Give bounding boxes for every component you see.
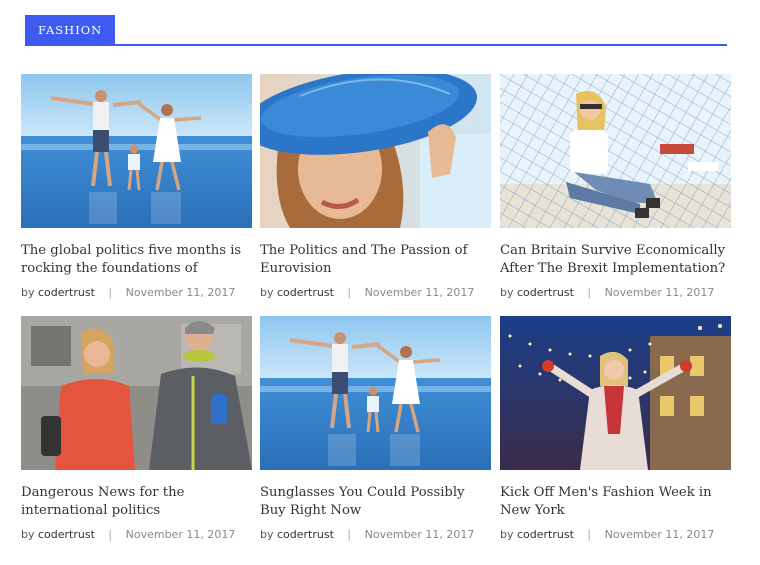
article-title[interactable]: The Politics and The Passion of Eurovisi… [260,242,491,280]
woman-beach-net-photo [500,74,731,228]
meta-separator: | [347,286,352,299]
article-image-link[interactable] [260,74,491,228]
article-card: Can Britain Survive Economically After T… [500,74,731,299]
article-meta: by codertrust | November 11, 2017 [260,286,491,299]
woman-blue-hat-photo [260,74,491,228]
article-card: Kick Off Men's Fashion Week in New York … [500,316,731,541]
author-link[interactable]: codertrust [517,286,574,299]
post-date[interactable]: November 11, 2017 [126,528,236,541]
author-link[interactable]: codertrust [38,528,95,541]
section-divider [25,44,727,46]
post-date[interactable]: November 11, 2017 [365,286,475,299]
article-image-link[interactable] [500,74,731,228]
woman-winter-lights-photo [500,316,731,470]
section-tab-fashion[interactable]: FASHION [25,15,116,45]
byline-label: by [260,528,274,541]
family-beach-photo [21,74,252,228]
byline-label: by [500,286,514,299]
article-title[interactable]: Kick Off Men's Fashion Week in New York [500,484,731,522]
article-image-link[interactable] [500,316,731,470]
article-title[interactable]: Can Britain Survive Economically After T… [500,242,731,280]
article-meta: by codertrust | November 11, 2017 [500,528,731,541]
meta-separator: | [587,286,592,299]
article-card: The Politics and The Passion of Eurovisi… [260,74,491,299]
article-image-link[interactable] [21,316,252,470]
post-date[interactable]: November 11, 2017 [605,286,715,299]
article-title[interactable]: The global politics five months is rocki… [21,242,252,280]
byline-label: by [260,286,274,299]
meta-separator: | [587,528,592,541]
meta-separator: | [347,528,352,541]
article-card: Dangerous News for the international pol… [21,316,252,541]
meta-separator: | [108,528,113,541]
article-meta: by codertrust | November 11, 2017 [500,286,731,299]
article-title[interactable]: Sunglasses You Could Possibly Buy Right … [260,484,491,522]
article-title[interactable]: Dangerous News for the international pol… [21,484,252,522]
byline-label: by [500,528,514,541]
post-date[interactable]: November 11, 2017 [365,528,475,541]
article-meta: by codertrust | November 11, 2017 [21,286,252,299]
article-image-link[interactable] [260,316,491,470]
author-link[interactable]: codertrust [277,528,334,541]
author-link[interactable]: codertrust [277,286,334,299]
family-beach-photo [260,316,491,470]
post-date[interactable]: November 11, 2017 [605,528,715,541]
post-date[interactable]: November 11, 2017 [126,286,236,299]
author-link[interactable]: codertrust [517,528,574,541]
meta-separator: | [108,286,113,299]
article-card: Sunglasses You Could Possibly Buy Right … [260,316,491,541]
article-card: The global politics five months is rocki… [21,74,252,299]
byline-label: by [21,528,35,541]
article-meta: by codertrust | November 11, 2017 [260,528,491,541]
author-link[interactable]: codertrust [38,286,95,299]
byline-label: by [21,286,35,299]
section-header: FASHION [25,15,727,47]
article-meta: by codertrust | November 11, 2017 [21,528,252,541]
couple-sport-photo [21,316,252,470]
article-image-link[interactable] [21,74,252,228]
